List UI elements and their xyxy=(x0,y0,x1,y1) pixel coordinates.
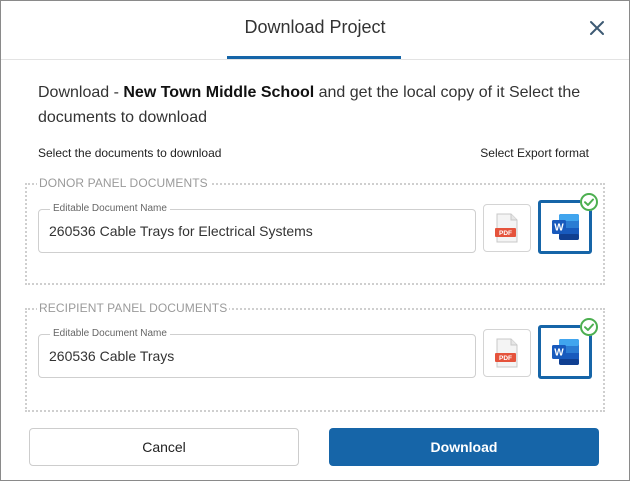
svg-text:PDF: PDF xyxy=(499,355,512,362)
project-name: New Town Middle School xyxy=(123,84,315,101)
check-circle-icon xyxy=(580,193,598,211)
pdf-file-icon: PDF xyxy=(495,338,518,368)
word-file-icon: W xyxy=(552,339,579,365)
dialog-title: Download Project xyxy=(244,17,386,37)
svg-text:W: W xyxy=(554,348,564,359)
cancel-button[interactable]: Cancel xyxy=(29,428,299,466)
word-file-icon: W xyxy=(552,214,579,240)
close-button[interactable] xyxy=(584,15,610,41)
document-name-field[interactable]: Editable Document Name xyxy=(38,328,476,378)
check-circle-icon xyxy=(580,318,598,336)
pdf-file-icon: PDF xyxy=(495,213,518,243)
pdf-format-button[interactable]: PDF xyxy=(483,204,531,252)
intro-text: Download - New Town Middle School and ge… xyxy=(38,80,598,130)
download-project-dialog: Download Project Download - New Town Mid… xyxy=(0,0,630,481)
recipient-panel-section: RECIPIENT PANEL DOCUMENTS Editable Docum… xyxy=(25,301,605,412)
close-icon xyxy=(590,21,604,35)
document-name-field[interactable]: Editable Document Name xyxy=(38,203,476,253)
svg-text:W: W xyxy=(554,223,564,234)
document-name-input[interactable] xyxy=(49,335,469,377)
title-underline xyxy=(227,56,401,59)
dialog-header: Download Project xyxy=(1,1,629,60)
section-label: DONOR PANEL DOCUMENTS xyxy=(37,176,210,190)
section-label: RECIPIENT PANEL DOCUMENTS xyxy=(37,301,230,315)
document-name-input[interactable] xyxy=(49,210,469,252)
donor-panel-section: DONOR PANEL DOCUMENTS Editable Document … xyxy=(25,176,605,285)
intro-prefix: Download - xyxy=(38,84,124,101)
select-export-format-label: Select Export format xyxy=(480,146,589,160)
select-documents-label: Select the documents to download xyxy=(38,146,222,160)
svg-text:PDF: PDF xyxy=(499,230,512,237)
download-button[interactable]: Download xyxy=(329,428,599,466)
pdf-format-button[interactable]: PDF xyxy=(483,329,531,377)
